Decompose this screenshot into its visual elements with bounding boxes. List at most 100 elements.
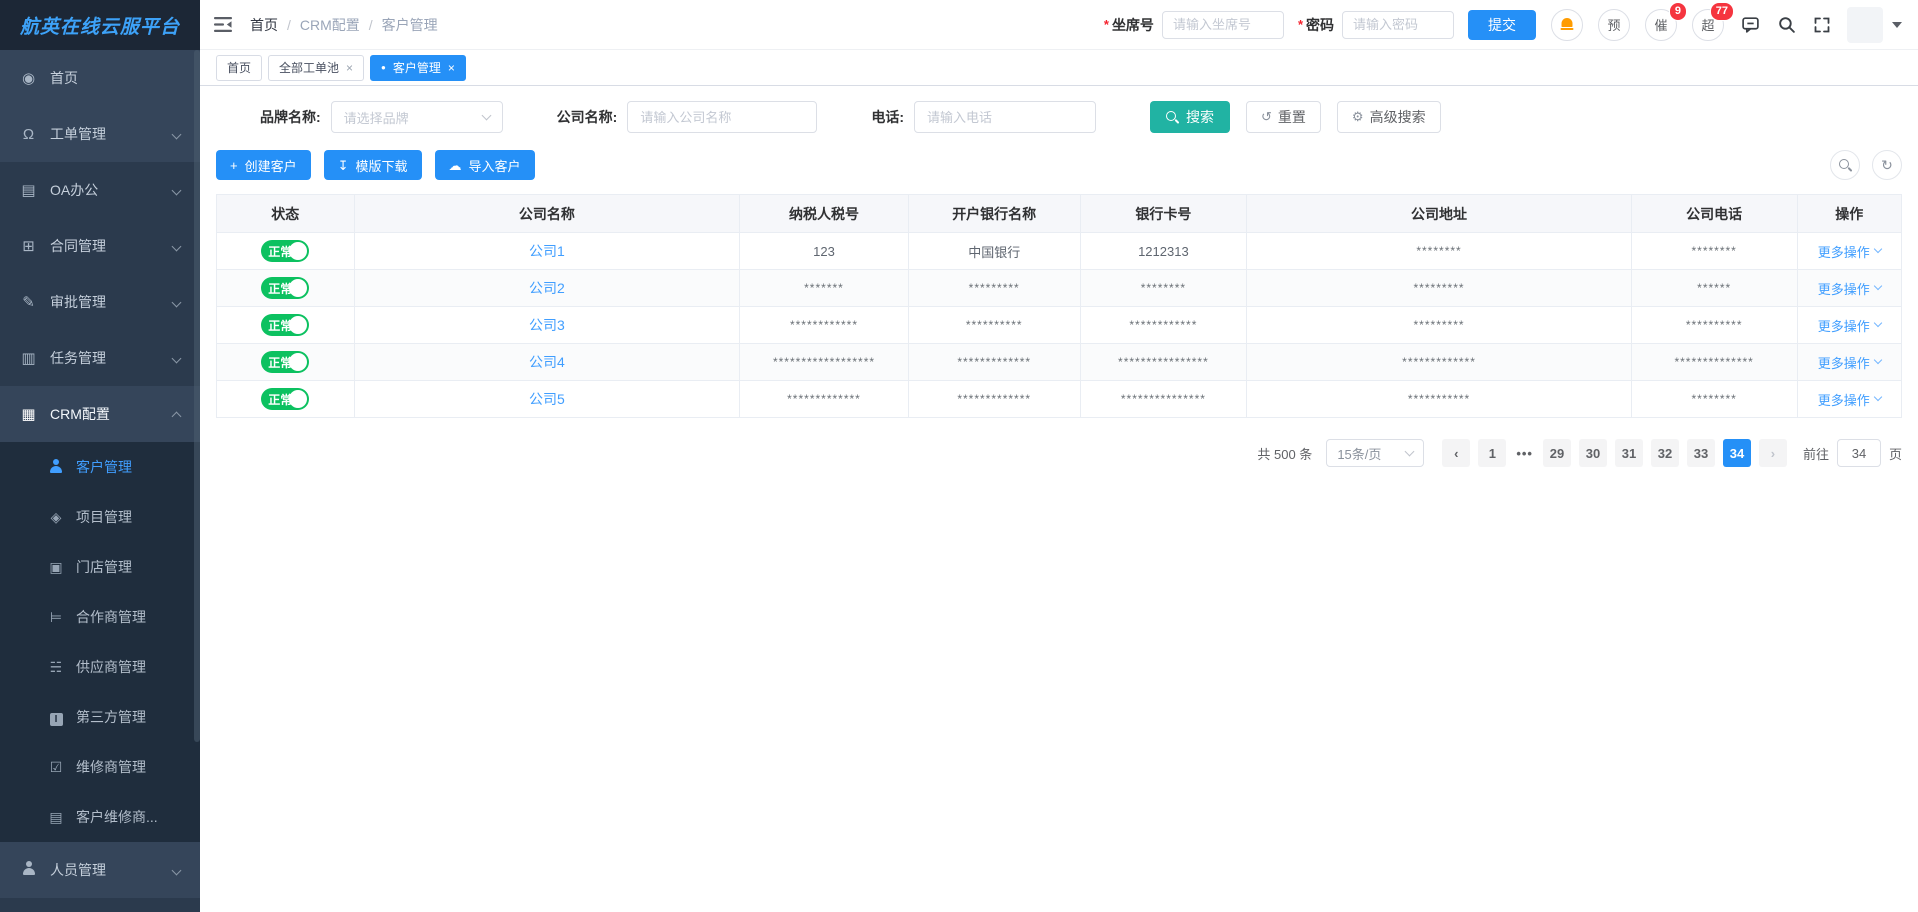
next-page-button[interactable]: › [1759, 439, 1787, 467]
phone-cell: ******** [1631, 233, 1797, 270]
sidebar-subitem-store[interactable]: ▣ 门店管理 [0, 542, 200, 592]
sidebar-subitem-project[interactable]: ◈ 项目管理 [0, 492, 200, 542]
sidebar-subitem-customer[interactable]: 客户管理 [0, 442, 200, 492]
template-download-button[interactable]: ↧ 模版下载 [324, 150, 422, 180]
tab-home[interactable]: 首页 [216, 55, 262, 81]
company-link[interactable]: 公司3 [529, 317, 565, 333]
sidebar-item-oa[interactable]: ▤ OA办公 [0, 162, 200, 218]
more-actions-link[interactable]: 更多操作 [1818, 242, 1881, 261]
jump-page-input[interactable] [1837, 439, 1881, 467]
sidebar-subitem-supplier[interactable]: ☵ 供应商管理 [0, 642, 200, 692]
bank-name-cell: ********* [908, 270, 1080, 307]
fullscreen-icon[interactable] [1813, 16, 1831, 34]
sidebar-item-workorder[interactable]: Ω 工单管理 [0, 106, 200, 162]
more-actions-link[interactable]: 更多操作 [1818, 279, 1881, 298]
brand-select[interactable]: 请选择品牌 [331, 101, 503, 133]
sidebar-subitem-label: 第三方管理 [76, 707, 146, 727]
page-size-value: 15条/页 [1337, 444, 1381, 463]
sidebar-item-approval[interactable]: ✎ 审批管理 [0, 274, 200, 330]
page-button-active[interactable]: 34 [1723, 439, 1751, 467]
seat-input[interactable] [1162, 11, 1284, 39]
more-actions-link[interactable]: 更多操作 [1818, 353, 1881, 372]
table-search-button[interactable] [1830, 150, 1860, 180]
tab-customer-management[interactable]: ● 客户管理 × [370, 55, 466, 81]
breadcrumb-crm[interactable]: CRM配置 [300, 15, 360, 35]
overdue-button[interactable]: 超 77 [1692, 9, 1724, 41]
status-toggle[interactable]: 正常 [261, 388, 309, 410]
sidebar-menu: ◉ 首页 Ω 工单管理 ▤ OA办公 ⊞ 合同管理 ✎ 审批管理 ▥ 任务管理 [0, 50, 200, 898]
sidebar-item-personnel[interactable]: 人员管理 [0, 842, 200, 898]
breadcrumb-home[interactable]: 首页 [250, 15, 278, 35]
sidebar-item-contract[interactable]: ⊞ 合同管理 [0, 218, 200, 274]
more-actions-link[interactable]: 更多操作 [1818, 390, 1881, 409]
search-icon[interactable] [1777, 15, 1796, 34]
reset-button[interactable]: ↺ 重置 [1246, 101, 1321, 133]
avatar-caret-icon[interactable] [1892, 22, 1902, 28]
sidebar-item-crm-config[interactable]: ▦ CRM配置 [0, 386, 200, 442]
company-link[interactable]: 公司4 [529, 354, 565, 370]
file-icon: ▥ [20, 349, 37, 367]
advanced-search-button[interactable]: ⚙ 高级搜索 [1337, 101, 1441, 133]
phone-input[interactable] [914, 101, 1096, 133]
status-toggle[interactable]: 正常 [261, 277, 309, 299]
status-toggle[interactable]: 正常 [261, 240, 309, 262]
submit-button[interactable]: 提交 [1468, 10, 1536, 40]
breadcrumb-separator: / [287, 17, 291, 33]
status-toggle[interactable]: 正常 [261, 351, 309, 373]
prev-page-button[interactable]: ‹ [1442, 439, 1470, 467]
address-cell: ********* [1247, 307, 1632, 344]
sidebar-item-home[interactable]: ◉ 首页 [0, 50, 200, 106]
company-filter: 公司名称: [557, 101, 818, 133]
avatar[interactable] [1847, 7, 1883, 43]
password-input[interactable] [1342, 11, 1454, 39]
page-button-1[interactable]: 1 [1478, 439, 1506, 467]
tag-bar: 首页 全部工单池 × ● 客户管理 × [200, 50, 1918, 86]
reserve-button[interactable]: 预 [1598, 9, 1630, 41]
sidebar: 航英在线云服平台 ◉ 首页 Ω 工单管理 ▤ OA办公 ⊞ 合同管理 ✎ 审批管… [0, 0, 200, 912]
page-size-select[interactable]: 15条/页 [1326, 439, 1424, 467]
sidebar-subitem-customer-repairer[interactable]: ▤ 客户维修商... [0, 792, 200, 842]
sidebar-subitem-partner[interactable]: ⊨ 合作商管理 [0, 592, 200, 642]
company-link[interactable]: 公司2 [529, 280, 565, 296]
phone-cell: ******** [1631, 381, 1797, 418]
page-button-30[interactable]: 30 [1579, 439, 1607, 467]
notification-bell-button[interactable] [1551, 9, 1583, 41]
phone-cell: ********** [1631, 307, 1797, 344]
required-mark: * [1298, 17, 1303, 32]
overdue-badge: 77 [1710, 2, 1734, 21]
create-customer-button[interactable]: + 创建客户 [216, 150, 311, 180]
page-button-32[interactable]: 32 [1651, 439, 1679, 467]
search-button[interactable]: 搜索 [1150, 101, 1230, 133]
company-input[interactable] [627, 101, 817, 133]
pagination: 共 500 条 15条/页 ‹ 1 ••• 29 30 31 32 33 34 … [216, 439, 1902, 467]
close-icon[interactable]: × [448, 62, 455, 74]
chevron-up-icon [172, 411, 182, 421]
more-actions-link[interactable]: 更多操作 [1818, 316, 1881, 335]
page-button-33[interactable]: 33 [1687, 439, 1715, 467]
sidebar-subitem-repairer[interactable]: ☑ 维修商管理 [0, 742, 200, 792]
close-icon[interactable]: × [346, 62, 353, 74]
columns-icon: ▦ [20, 405, 37, 423]
status-toggle[interactable]: 正常 [261, 314, 309, 336]
reset-button-label: 重置 [1278, 107, 1306, 127]
sidebar-item-label: CRM配置 [50, 404, 110, 424]
table-refresh-button[interactable]: ↻ [1872, 150, 1902, 180]
page-button-29[interactable]: 29 [1543, 439, 1571, 467]
sidebar-fold-icon[interactable] [214, 17, 232, 32]
company-link[interactable]: 公司5 [529, 391, 565, 407]
page-button-31[interactable]: 31 [1615, 439, 1643, 467]
reserve-label: 预 [1607, 15, 1620, 34]
tab-workorder-pool[interactable]: 全部工单池 × [268, 55, 364, 81]
import-customer-button[interactable]: ☁ 导入客户 [435, 150, 535, 180]
ellipsis-pages-button[interactable]: ••• [1514, 446, 1535, 461]
message-icon[interactable] [1741, 15, 1760, 34]
sidebar-item-task[interactable]: ▥ 任务管理 [0, 330, 200, 386]
toggle-knob [289, 242, 307, 260]
urge-button[interactable]: 催 9 [1645, 9, 1677, 41]
col-company: 公司名称 [354, 195, 740, 233]
sidebar-subitem-thirdparty[interactable]: I 第三方管理 [0, 692, 200, 742]
company-link[interactable]: 公司1 [529, 243, 565, 259]
phone-cell: ************** [1631, 344, 1797, 381]
sidebar-subitem-label: 门店管理 [76, 557, 132, 577]
sidebar-scrollbar[interactable] [194, 50, 200, 742]
